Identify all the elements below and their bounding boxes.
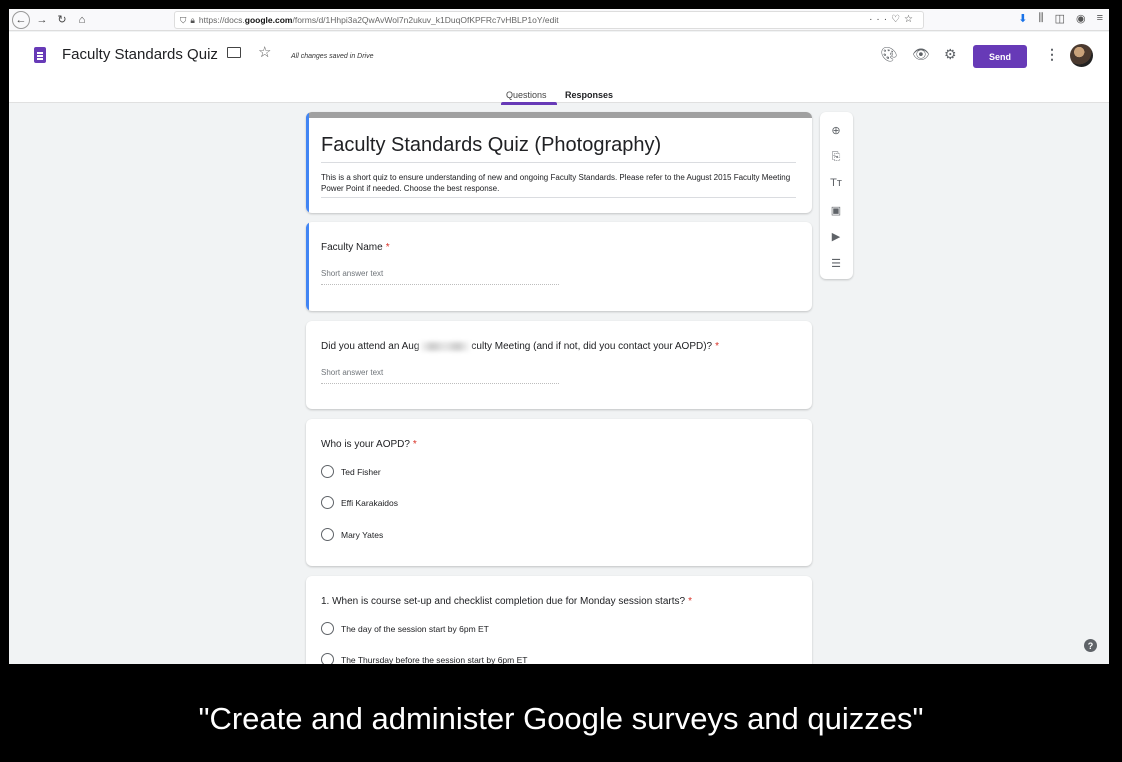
download-icon[interactable]: ⬇	[1018, 12, 1027, 25]
reload-icon[interactable]: ↻	[54, 12, 70, 28]
form-title[interactable]: Faculty Standards Quiz (Photography)	[321, 134, 661, 157]
question-title: 1. When is course set-up and checklist c…	[321, 596, 692, 607]
question-title: Faculty Name *	[321, 242, 390, 253]
more-icon[interactable]: ···	[869, 14, 891, 25]
browser-toolbar: ← → ↻ ⌂ ⛉ 🔒︎ https://docs.google.com/for…	[9, 9, 1109, 31]
radio-circle-icon[interactable]	[321, 496, 334, 509]
divider	[321, 162, 796, 163]
radio-circle-icon[interactable]	[321, 465, 334, 478]
required-marker: *	[688, 596, 692, 607]
focus-indicator	[306, 222, 309, 311]
radio-option[interactable]: The Thursday before the session start by…	[321, 653, 527, 664]
shield-icon[interactable]: ⛉	[180, 15, 186, 26]
home-icon[interactable]: ⌂	[74, 12, 90, 28]
caption: "Create and administer Google surveys an…	[198, 701, 924, 736]
forms-logo-icon[interactable]	[34, 47, 46, 63]
palette-icon[interactable]: 🎨︎	[880, 46, 898, 63]
more-vert-icon[interactable]: ⋮	[1045, 46, 1059, 63]
radio-circle-icon[interactable]	[321, 622, 334, 635]
library-icon[interactable]: ⫼	[1039, 12, 1044, 25]
star-icon[interactable]: ☆	[258, 43, 271, 61]
send-button[interactable]: Send	[973, 45, 1027, 68]
pocket-icon[interactable]: ♡	[891, 14, 904, 25]
short-answer-field[interactable]: Short answer text	[321, 269, 559, 285]
header-band	[306, 112, 812, 118]
tab-bar: Questions Responses	[9, 87, 1109, 103]
add-image-icon[interactable]: ▣	[828, 202, 844, 218]
question-card-attendance[interactable]: Did you attend an Aug culty Meeting (and …	[306, 321, 812, 409]
lock-icon[interactable]: 🔒︎	[190, 15, 195, 26]
preview-eye-icon[interactable]: 👁︎	[912, 46, 930, 63]
question-card-faculty-name[interactable]: Faculty Name * Short answer text	[306, 222, 812, 311]
question-title: Did you attend an Aug culty Meeting (and …	[321, 341, 720, 352]
import-questions-icon[interactable]: ⎘	[828, 149, 844, 165]
required-marker: *	[715, 341, 720, 352]
avatar[interactable]	[1070, 44, 1093, 67]
form-title-card[interactable]: Faculty Standards Quiz (Photography) Thi…	[306, 112, 812, 213]
slide-frame: ← → ↻ ⌂ ⛉ 🔒︎ https://docs.google.com/for…	[0, 0, 1122, 762]
radio-option[interactable]: Mary Yates	[321, 528, 383, 541]
tab-responses[interactable]: Responses	[565, 90, 613, 100]
short-answer-field[interactable]: Short answer text	[321, 368, 559, 384]
side-toolbar: ⊕ ⎘ Tт ▣ ▶ ☰	[820, 112, 853, 279]
radio-option[interactable]: Ted Fisher	[321, 465, 381, 478]
divider	[321, 197, 796, 198]
radio-option[interactable]: The day of the session start by 6pm ET	[321, 622, 489, 635]
question-card-course-setup[interactable]: 1. When is course set-up and checklist c…	[306, 576, 812, 664]
forms-header: Faculty Standards Quiz ☆ All changes sav…	[9, 32, 1109, 105]
url-text: https://docs.google.com/forms/d/1Hhpi3a2…	[198, 15, 559, 25]
browser-screen: ← → ↻ ⌂ ⛉ 🔒︎ https://docs.google.com/for…	[9, 9, 1109, 664]
focus-indicator	[306, 112, 309, 213]
settings-gear-icon[interactable]: ⚙	[944, 46, 957, 63]
address-bar[interactable]: ⛉ 🔒︎ https://docs.google.com/forms/d/1Hh…	[174, 11, 924, 29]
radio-option[interactable]: Effi Karakaidos	[321, 496, 398, 509]
sidebar-icon[interactable]: ◫	[1055, 12, 1065, 25]
radio-circle-icon[interactable]	[321, 653, 334, 664]
question-card-aopd[interactable]: Who is your AOPD? * Ted Fisher Effi Karak…	[306, 419, 812, 566]
radio-circle-icon[interactable]	[321, 528, 334, 541]
add-question-icon[interactable]: ⊕	[828, 122, 844, 138]
help-icon[interactable]: ?	[1084, 639, 1097, 652]
add-section-icon[interactable]: ☰	[828, 255, 844, 271]
folder-icon[interactable]	[227, 47, 241, 58]
active-tab-indicator	[501, 102, 557, 105]
question-title: Who is your AOPD? *	[321, 439, 417, 450]
required-marker: *	[385, 242, 390, 253]
back-arrow-icon[interactable]: ←	[12, 10, 30, 29]
form-description[interactable]: This is a short quiz to ensure understan…	[321, 172, 796, 194]
add-video-icon[interactable]: ▶	[828, 228, 844, 244]
required-marker: *	[412, 439, 417, 450]
forward-arrow-icon[interactable]: →	[34, 12, 50, 28]
save-status: All changes saved in Drive	[291, 53, 374, 60]
blurred-text	[419, 341, 472, 351]
add-title-icon[interactable]: Tт	[828, 175, 844, 191]
account-icon[interactable]: ◉	[1076, 12, 1086, 25]
tab-questions[interactable]: Questions	[506, 90, 547, 100]
document-title[interactable]: Faculty Standards Quiz	[62, 46, 218, 63]
star-icon[interactable]: ☆	[904, 14, 917, 25]
menu-icon[interactable]: ≡	[1097, 12, 1103, 25]
